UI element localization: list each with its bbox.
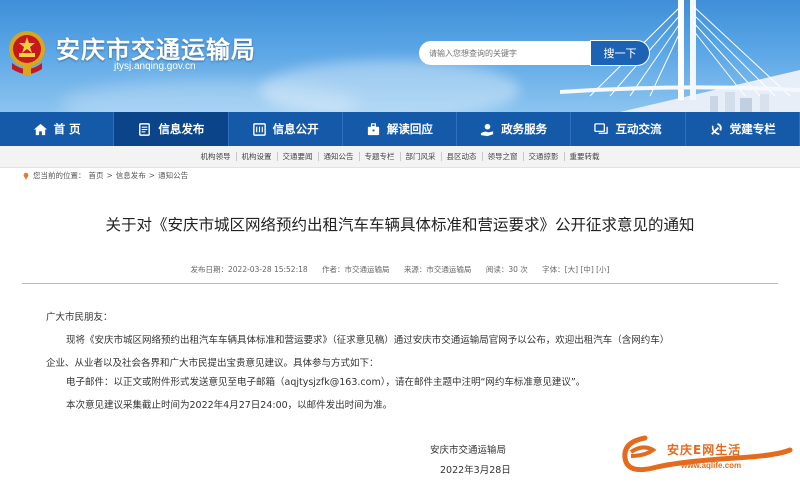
subnav-item[interactable]: 领导之窗 — [481, 152, 523, 161]
subnav-item[interactable]: 县区动态 — [440, 152, 482, 161]
main-nav: 首 页 信息发布 信息公开 解读回应 政务服务 互动交流 党建专栏 — [0, 112, 800, 146]
national-emblem-icon — [9, 31, 45, 75]
home-icon — [33, 123, 47, 135]
nav-item-label: 解读回应 — [386, 122, 433, 136]
watermark-text: 安庆E网生活 — [667, 443, 742, 457]
nav-item-label: 党建专栏 — [729, 122, 776, 136]
subnav-item[interactable]: 专题专栏 — [358, 152, 400, 161]
nav-item-home[interactable]: 首 页 — [0, 112, 115, 146]
article-meta: 发布日期：2022-03-28 15:52:18 作者：市交通运输局 来源：市交… — [0, 264, 800, 275]
breadcrumb: 您当前的位置： 首页 > 信息发布 > 通知公告 — [22, 170, 188, 181]
breadcrumb-home[interactable]: 首页 — [89, 170, 104, 181]
nav-item-label: 政务服务 — [501, 122, 548, 136]
nav-item-gov-service[interactable]: 政务服务 — [457, 112, 572, 146]
site-url: jtysj.anqing.gov.cn — [114, 61, 196, 72]
paragraph-3: 本次意见建议采集截止时间为2022年4月27日24:00，以邮件发出时间为准。 — [66, 400, 393, 411]
breadcrumb-prefix: 您当前的位置： — [33, 171, 86, 180]
signature-date: 2022年3月28日 — [440, 465, 511, 476]
list-icon — [252, 122, 266, 136]
document-icon — [139, 122, 151, 136]
source: 来源：市交通运输局 — [403, 265, 472, 274]
search-button[interactable]: 搜一下 — [590, 40, 650, 66]
nav-item-party-building[interactable]: 党建专栏 — [686, 112, 800, 146]
sub-nav: 机构领导 机构设置 交通要闻 通知公告 专题专栏 部门风采 县区动态 领导之窗 … — [0, 146, 800, 168]
nav-item-label: 信息发布 — [158, 122, 205, 136]
breadcrumb-notice[interactable]: 通知公告 — [158, 170, 188, 181]
watermark-url: www.aqlife.com — [681, 461, 742, 470]
nav-item-interpretation[interactable]: 解读回应 — [343, 112, 458, 146]
publish-date: 发布日期：2022-03-28 15:52:18 — [190, 265, 308, 274]
breadcrumb-separator: > — [148, 171, 156, 180]
salutation: 广大市民朋友： — [46, 312, 113, 323]
subnav-item[interactable]: 交通掠影 — [522, 152, 564, 161]
site-header: 安庆市交通运输局 jtysj.anqing.gov.cn 搜一下 — [0, 0, 800, 112]
briefcase-icon — [367, 122, 380, 135]
nav-item-interaction[interactable]: 互动交流 — [571, 112, 686, 146]
location-pin-icon — [23, 172, 29, 180]
site-title: 安庆市交通运输局 — [56, 36, 256, 64]
nav-item-info-release[interactable]: 信息发布 — [114, 112, 229, 146]
chat-icon — [594, 122, 609, 134]
paragraph-1-line-2: 企业、从业者以及社会各界和广大市民提出宝贵意见建议。具体参与方式如下： — [46, 358, 379, 369]
nav-item-label: 互动交流 — [615, 122, 662, 136]
signature-org: 安庆市交通运输局 — [430, 445, 507, 456]
paragraph-2: 电子邮件：以正文或附件形式发送意见至电子邮箱（aqjtysjzfk@163.co… — [66, 377, 586, 388]
subnav-item[interactable]: 部门风采 — [399, 152, 441, 161]
breadcrumb-info-release[interactable]: 信息发布 — [116, 170, 146, 181]
article-title: 关于对《安庆市城区网络预约出租汽车车辆具体标准和营运要求》公开征求意见的通知 — [105, 216, 695, 234]
party-icon — [710, 122, 722, 135]
subnav-item[interactable]: 通知公告 — [317, 152, 359, 161]
divider — [22, 283, 778, 284]
author: 作者：市交通运输局 — [322, 265, 390, 274]
search-input[interactable] — [419, 41, 591, 65]
subnav-item[interactable]: 交通要闻 — [276, 152, 318, 161]
view-count: 阅读：30 次 — [485, 265, 528, 274]
paragraph-1-line-1: 现将《安庆市城区网络预约出租汽车车辆具体标准和营运要求》（征求意见稿）通过安庆市… — [66, 335, 670, 346]
font-size-control[interactable]: 字体：[大] [中] [小] — [542, 265, 609, 274]
hand-icon — [481, 123, 494, 136]
nav-item-label: 首 页 — [53, 122, 81, 136]
subnav-item[interactable]: 重要转载 — [563, 152, 605, 161]
nav-item-label: 信息公开 — [272, 122, 319, 136]
subnav-item[interactable]: 机构领导 — [196, 152, 236, 161]
subnav-item[interactable]: 机构设置 — [235, 152, 277, 161]
breadcrumb-separator: > — [106, 171, 113, 180]
nav-item-info-disclosure[interactable]: 信息公开 — [229, 112, 343, 146]
